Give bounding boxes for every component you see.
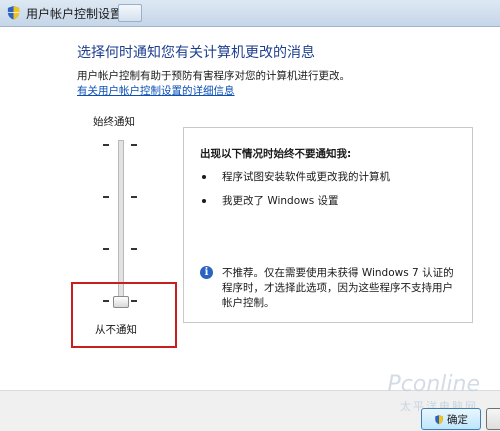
slider-tick	[131, 196, 137, 198]
title-bar: 用户帐户控制设置	[0, 0, 500, 27]
slider-tick	[103, 248, 109, 250]
slider-tick	[103, 196, 109, 198]
ok-button[interactable]: 确定	[421, 408, 481, 430]
page-heading: 选择何时通知您有关计算机更改的消息	[77, 45, 315, 61]
panel-bullet: 程序试图安装软件或更改我的计算机	[222, 171, 390, 183]
shield-icon	[435, 414, 443, 424]
bullet-dot	[202, 199, 206, 203]
info-icon: i	[200, 266, 213, 279]
red-highlight-box	[71, 282, 177, 348]
uac-shield-icon	[7, 5, 20, 20]
uac-settings-window: 用户帐户控制设置 选择何时通知您有关计算机更改的消息 用户帐户控制有助于预防有害…	[0, 0, 500, 431]
slider-top-label: 始终通知	[93, 116, 135, 128]
slider-tick	[103, 144, 109, 146]
help-link[interactable]: 有关用户帐户控制设置的详细信息	[77, 83, 235, 98]
panel-title: 出现以下情况时始终不要通知我:	[200, 148, 352, 160]
minimize-button[interactable]	[118, 4, 142, 22]
panel-bullet: 我更改了 Windows 设置	[222, 195, 339, 207]
slider-tick	[131, 144, 137, 146]
bullet-dot	[202, 175, 206, 179]
uac-slider-track[interactable]	[118, 140, 124, 302]
window-title: 用户帐户控制设置	[26, 7, 123, 21]
description-text: 用户帐户控制有助于预防有害程序对您的计算机进行更改。	[77, 70, 350, 82]
slider-tick	[131, 248, 137, 250]
watermark-logo: Pconline	[387, 372, 480, 397]
description-panel: 出现以下情况时始终不要通知我: 程序试图安装软件或更改我的计算机 我更改了 Wi…	[183, 127, 473, 323]
cancel-button[interactable]	[486, 408, 500, 430]
ok-button-label: 确定	[447, 413, 468, 426]
panel-info-text: 不推荐。仅在需要使用未获得 Windows 7 认证的程序时，才选择此选项，因为…	[222, 267, 454, 309]
